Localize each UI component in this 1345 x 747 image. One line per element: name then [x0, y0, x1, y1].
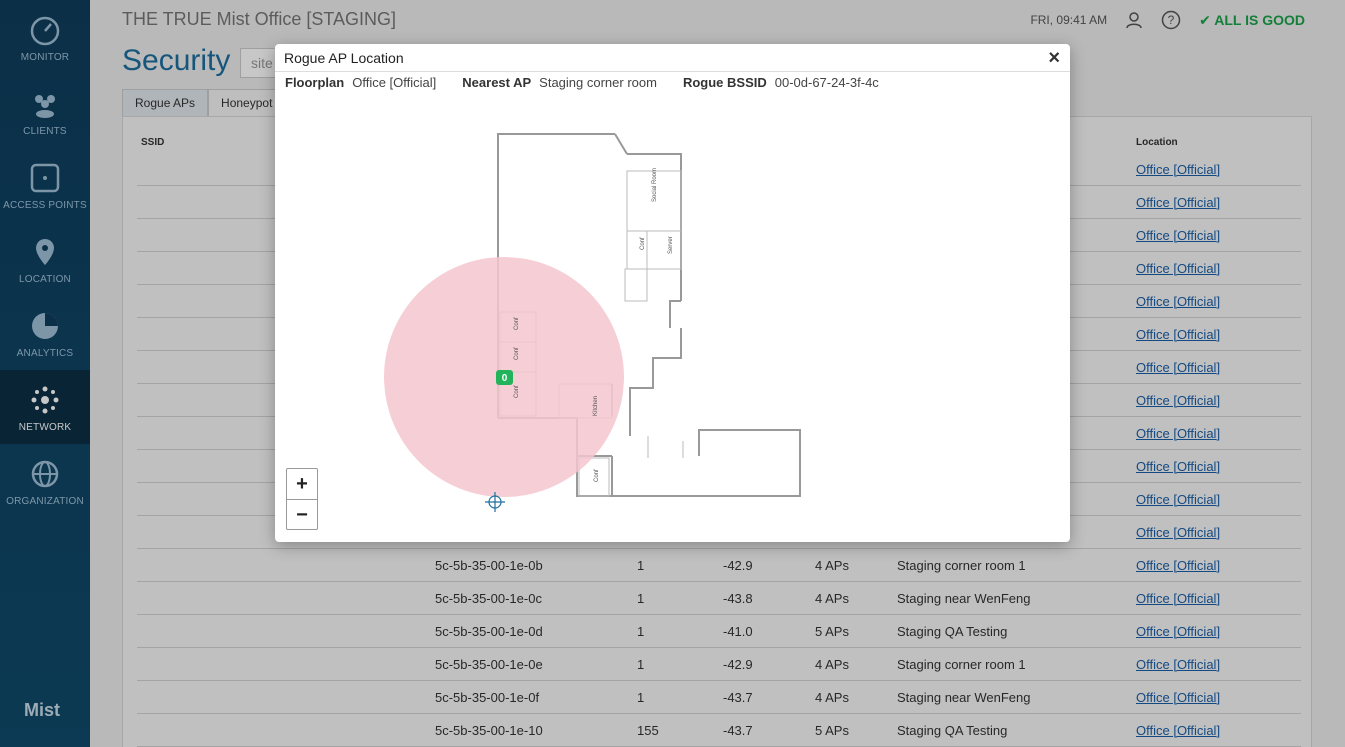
- room-label: Conf: [594, 469, 600, 482]
- rogue-ap-location-modal: Rogue AP Location × Floorplan Office [Off…: [275, 44, 1070, 542]
- nearest-ap-value: Staging corner room: [539, 75, 657, 90]
- room-label: Kitchen: [593, 396, 599, 416]
- zoom-controls: + −: [286, 468, 318, 530]
- room-label: Conf: [514, 347, 520, 360]
- ap-marker[interactable]: 0: [496, 370, 513, 385]
- room-label: Conf: [640, 237, 646, 250]
- floorplan-label: Floorplan: [285, 75, 345, 90]
- room-label: Server: [668, 236, 674, 254]
- room-label: Social Room: [652, 168, 658, 202]
- rogue-bssid-info: Rogue BSSID 00-0d-67-24-3f-4c: [683, 75, 879, 90]
- modal-header: Rogue AP Location ×: [275, 44, 1070, 72]
- modal-title: Rogue AP Location: [284, 50, 404, 66]
- rogue-bssid-label: Rogue BSSID: [682, 75, 767, 90]
- nearest-ap-label: Nearest AP: [462, 75, 532, 90]
- floorplan-value: Office [Official]: [352, 75, 437, 90]
- zoom-in-button[interactable]: +: [287, 469, 317, 499]
- floorplan-info: Floorplan Office [Official]: [285, 75, 436, 90]
- close-icon[interactable]: ×: [1048, 47, 1060, 70]
- nearest-ap-info: Nearest AP Staging corner room: [462, 75, 657, 90]
- rogue-bssid-value: 00-0d-67-24-3f-4c: [774, 75, 879, 90]
- zoom-out-button[interactable]: −: [287, 499, 317, 529]
- room-label: Conf: [514, 317, 520, 330]
- floorplan-map[interactable]: Conf Conf Conf Kitchen Conf Conf Server …: [275, 96, 1070, 542]
- room-label: Conf: [514, 385, 520, 398]
- modal-info-row: Floorplan Office [Official] Nearest AP Sta…: [285, 75, 879, 90]
- ap-marker-label: 0: [502, 373, 508, 384]
